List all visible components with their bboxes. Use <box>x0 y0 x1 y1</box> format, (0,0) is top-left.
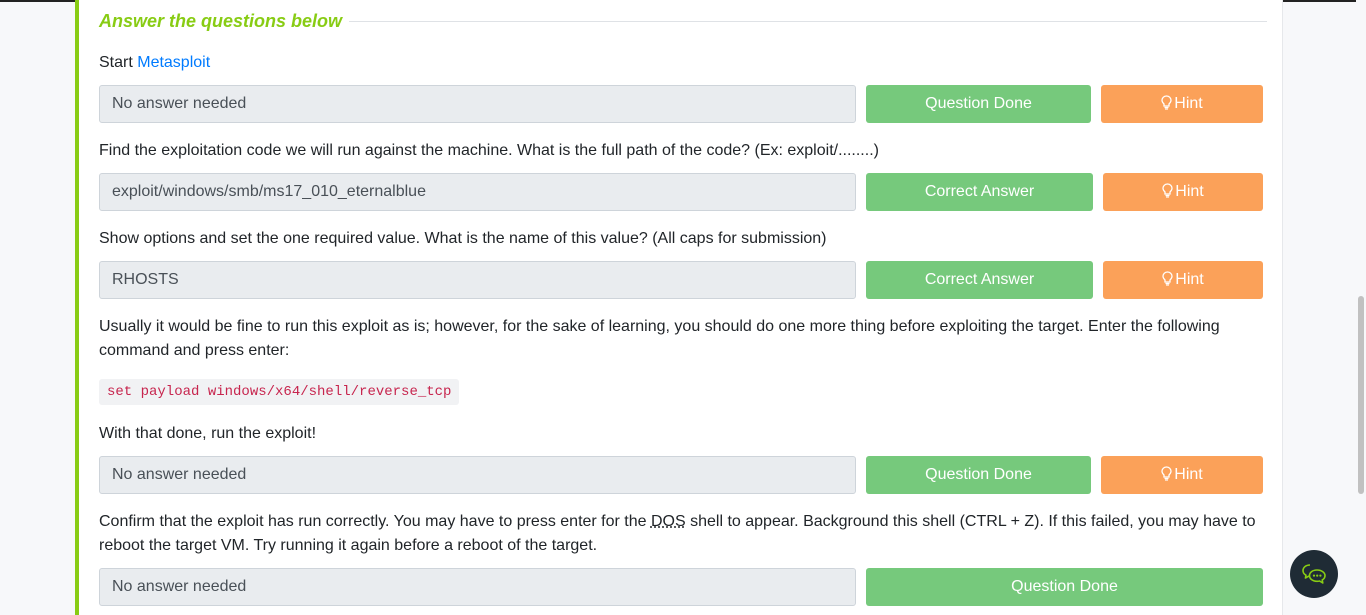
question-3-answer-field[interactable] <box>99 261 856 299</box>
question-3-text: Show options and set the one required va… <box>99 230 827 247</box>
section-divider <box>349 21 1267 22</box>
payload-command-code: set payload windows/x64/shell/reverse_tc… <box>99 379 460 405</box>
hint-label: Hint <box>1175 271 1204 288</box>
hint-label: Hint <box>1175 183 1204 200</box>
question-1-hint-button[interactable]: Hint <box>1101 85 1263 123</box>
question-1-done-button[interactable]: Question Done <box>866 85 1091 123</box>
question-1-answer-field[interactable] <box>99 85 856 123</box>
question-2-hint-button[interactable]: Hint <box>1103 173 1263 211</box>
question-4-hint-button[interactable]: Hint <box>1101 456 1263 494</box>
question-2-answer-field[interactable] <box>99 173 856 211</box>
question-2-text: Find the exploitation code we will run a… <box>99 142 879 159</box>
questions-card: Answer the questions below Start Metaspl… <box>75 0 1283 615</box>
question-4-answer-field[interactable] <box>99 456 856 494</box>
page-scrollbar[interactable] <box>1356 0 1366 615</box>
chat-button[interactable] <box>1290 550 1338 598</box>
question-1-text: Start Metasploit <box>99 51 1267 75</box>
section-header: Answer the questions below <box>99 10 1267 34</box>
dos-abbreviation: DOS <box>650 513 686 530</box>
lightbulb-icon <box>1162 183 1173 198</box>
lightbulb-icon <box>1162 271 1173 286</box>
question-5-done-button[interactable]: Question Done <box>866 568 1263 606</box>
lightbulb-icon <box>1161 95 1172 110</box>
question-5-answer-field[interactable] <box>99 568 856 606</box>
chat-bubble-icon <box>1302 564 1326 584</box>
question-4-instruction: With that done, run the exploit! <box>99 425 317 442</box>
hint-label: Hint <box>1174 95 1203 112</box>
question-3-hint-button[interactable]: Hint <box>1103 261 1263 299</box>
question-1-prefix: Start <box>99 54 138 71</box>
question-4-text: Usually it would be fine to run this exp… <box>99 318 1220 359</box>
lightbulb-icon <box>1161 466 1172 481</box>
section-title: Answer the questions below <box>99 11 343 31</box>
hint-label: Hint <box>1174 466 1203 483</box>
question-2-correct-button[interactable]: Correct Answer <box>866 173 1093 211</box>
question-3-correct-button[interactable]: Correct Answer <box>866 261 1093 299</box>
question-5-text: Confirm that the exploit has run correct… <box>99 510 1267 558</box>
scrollbar-thumb[interactable] <box>1358 296 1364 494</box>
question-4-done-button[interactable]: Question Done <box>866 456 1091 494</box>
metasploit-link[interactable]: Metasploit <box>137 54 210 71</box>
question-5-prefix: Confirm that the exploit has run correct… <box>99 513 651 530</box>
